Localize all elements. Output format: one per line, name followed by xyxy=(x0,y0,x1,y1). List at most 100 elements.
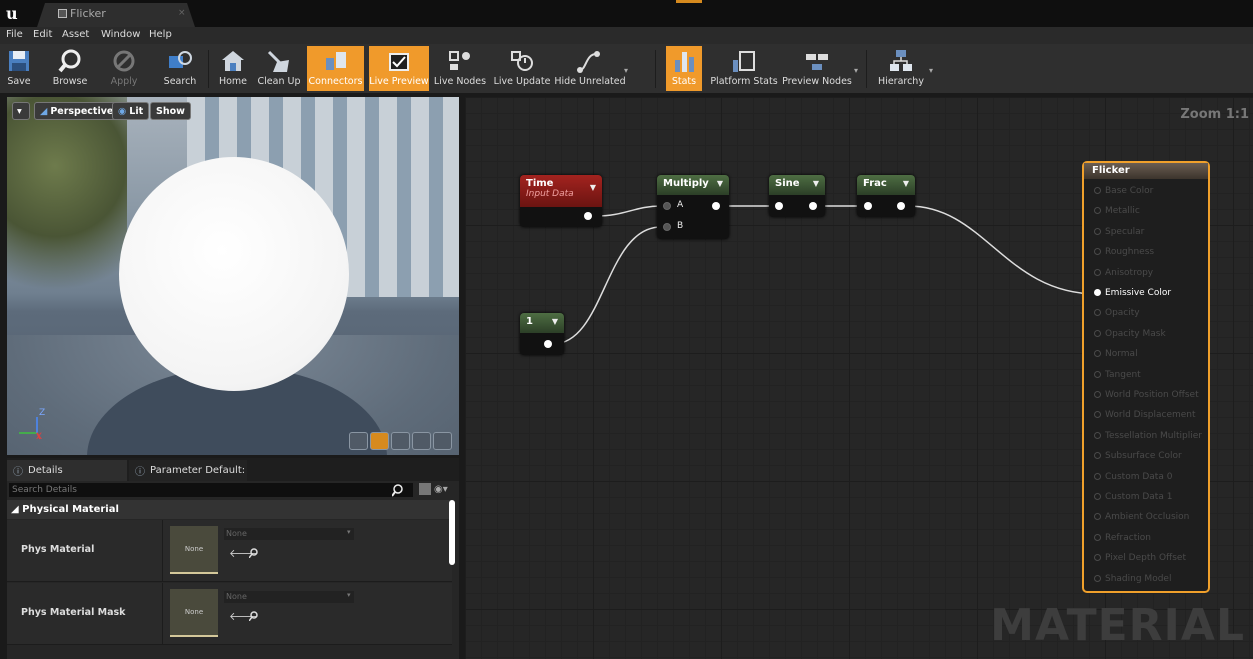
multiply-output-pin[interactable] xyxy=(712,202,720,210)
input-pin-icon[interactable] xyxy=(1094,391,1101,398)
live-preview-button[interactable]: Live Preview xyxy=(369,46,429,91)
search-details-input[interactable]: Search Details xyxy=(9,483,413,497)
input-pin-icon[interactable] xyxy=(1094,350,1101,358)
eye-icon[interactable]: ◉▾ xyxy=(434,484,448,495)
result-input-pin[interactable]: Base Color xyxy=(1094,186,1153,196)
result-input-pin[interactable]: Custom Data 1 xyxy=(1094,492,1172,502)
hide-unrelated-dropdown-icon[interactable]: ▾ xyxy=(624,66,628,75)
result-input-pin[interactable]: Roughness xyxy=(1094,247,1154,257)
frac-node[interactable]: Frac ▼ xyxy=(857,175,915,217)
input-pin-icon[interactable] xyxy=(1094,227,1101,235)
lit-button[interactable]: ◉ Lit xyxy=(112,102,150,120)
result-input-pin[interactable]: Metallic xyxy=(1094,206,1140,216)
result-input-pin[interactable]: Tessellation Multiplier xyxy=(1094,431,1202,441)
asset-thumbnail[interactable]: None xyxy=(170,526,218,574)
result-input-pin[interactable]: Ambient Occlusion xyxy=(1094,512,1189,522)
hierarchy-dropdown-icon[interactable]: ▾ xyxy=(929,66,933,75)
input-pin-icon[interactable] xyxy=(1094,431,1101,439)
input-pin-icon[interactable] xyxy=(1094,493,1101,500)
result-input-pin[interactable]: Tangent xyxy=(1094,370,1141,380)
input-pin-icon[interactable] xyxy=(1094,187,1101,194)
asset-picker-combo[interactable]: None xyxy=(224,591,354,603)
unreal-logo-icon[interactable]: u xyxy=(6,4,18,23)
asset-picker-combo[interactable]: None xyxy=(224,528,354,540)
multiply-node[interactable]: Multiply ▼ A B xyxy=(657,175,729,239)
input-pin-icon[interactable] xyxy=(1094,207,1101,215)
material-graph[interactable]: Zoom 1:1 MATERIAL Time Input Data ▼ Mult… xyxy=(465,97,1253,659)
result-input-pin[interactable]: Emissive Color xyxy=(1094,288,1171,298)
asset-thumbnail[interactable]: None xyxy=(170,589,218,637)
perspective-button[interactable]: ◢ Perspective xyxy=(34,102,120,120)
result-input-pin[interactable]: Normal xyxy=(1094,349,1138,359)
menu-asset[interactable]: Asset xyxy=(62,29,89,40)
time-output-pin[interactable] xyxy=(584,212,592,220)
result-input-pin[interactable]: Opacity Mask xyxy=(1094,329,1166,339)
live-update-button[interactable]: Live Update xyxy=(494,46,550,91)
show-button[interactable]: Show xyxy=(150,102,191,120)
result-input-pin[interactable]: Pixel Depth Offset xyxy=(1094,553,1186,563)
input-pin-icon[interactable] xyxy=(1094,452,1101,460)
result-input-pin[interactable]: Shading Model xyxy=(1094,574,1171,584)
constant-node[interactable]: 1 ▼ xyxy=(520,313,564,355)
result-input-pin[interactable]: Anisotropy xyxy=(1094,268,1153,278)
input-pin-icon[interactable] xyxy=(1094,248,1101,256)
multiply-a-pin[interactable] xyxy=(663,202,671,210)
input-pin-icon[interactable] xyxy=(1094,574,1101,582)
browse-asset-icon[interactable] xyxy=(249,548,259,558)
input-pin-icon[interactable] xyxy=(1094,533,1101,541)
input-pin-icon[interactable] xyxy=(1094,309,1101,317)
sine-output-pin[interactable] xyxy=(809,202,817,210)
result-input-pin[interactable]: Specular xyxy=(1094,227,1144,237)
hide-unrelated-button[interactable]: Hide Unrelated ▾ xyxy=(554,46,628,91)
constant-output-pin[interactable] xyxy=(544,340,552,348)
category-physical-material[interactable]: ◢ Physical Material xyxy=(7,500,452,519)
frac-output-pin[interactable] xyxy=(897,202,905,210)
details-scrollbar[interactable] xyxy=(449,500,455,565)
save-button[interactable]: Save xyxy=(2,46,36,91)
result-node-flicker[interactable]: Flicker Base Color Metallic Specular Roughn… xyxy=(1082,161,1210,593)
result-input-pin[interactable]: World Position Offset xyxy=(1094,390,1199,400)
collapse-icon[interactable]: ▼ xyxy=(903,179,909,188)
connectors-button[interactable]: Connectors xyxy=(307,46,364,91)
collapse-icon[interactable]: ▼ xyxy=(552,317,558,326)
tab-close-icon[interactable]: × xyxy=(178,8,186,18)
menu-edit[interactable]: Edit xyxy=(33,29,52,40)
input-pin-icon[interactable] xyxy=(1094,289,1101,296)
input-pin-icon[interactable] xyxy=(1094,513,1101,521)
result-input-pin[interactable]: Custom Data 0 xyxy=(1094,472,1172,482)
input-pin-icon[interactable] xyxy=(1094,329,1101,337)
tab-parameter-defaults[interactable]: ⓘ Parameter Default: xyxy=(129,460,247,481)
home-button[interactable]: Home xyxy=(216,46,250,91)
apply-button[interactable]: Apply xyxy=(108,46,140,91)
multiply-b-pin[interactable] xyxy=(663,223,671,231)
menu-help[interactable]: Help xyxy=(149,29,172,40)
search-icon[interactable] xyxy=(392,483,406,497)
input-pin-icon[interactable] xyxy=(1094,411,1101,419)
frac-input-pin[interactable] xyxy=(864,202,872,210)
result-input-pin[interactable]: Opacity xyxy=(1094,308,1140,318)
collapse-icon[interactable]: ▼ xyxy=(717,179,723,188)
collapse-icon[interactable]: ▼ xyxy=(590,183,596,192)
browse-button[interactable]: Browse xyxy=(50,46,90,91)
result-input-pin[interactable]: Subsurface Color xyxy=(1094,451,1182,461)
plane-shape-button[interactable] xyxy=(391,432,410,450)
live-nodes-button[interactable]: Live Nodes xyxy=(434,46,486,91)
custom-mesh-shape-button[interactable] xyxy=(433,432,452,450)
collapse-icon[interactable]: ▼ xyxy=(813,179,819,188)
cube-shape-button[interactable] xyxy=(412,432,431,450)
result-input-pin[interactable]: Refraction xyxy=(1094,533,1151,543)
sphere-shape-button[interactable] xyxy=(370,432,389,450)
preview-nodes-dropdown-icon[interactable]: ▾ xyxy=(854,66,858,75)
clean-up-button[interactable]: Clean Up xyxy=(256,46,302,91)
platform-stats-button[interactable]: Platform Stats xyxy=(710,46,778,91)
input-pin-icon[interactable] xyxy=(1094,472,1101,480)
result-input-pin[interactable]: World Displacement xyxy=(1094,410,1196,420)
preview-nodes-button[interactable]: Preview Nodes ▾ xyxy=(782,46,858,91)
input-pin-icon[interactable] xyxy=(1094,554,1101,562)
input-pin-icon[interactable] xyxy=(1094,370,1101,378)
sine-node[interactable]: Sine ▼ xyxy=(769,175,825,217)
cylinder-shape-button[interactable] xyxy=(349,432,368,450)
menu-window[interactable]: Window xyxy=(101,29,140,40)
menu-file[interactable]: File xyxy=(6,29,23,40)
browse-asset-icon[interactable] xyxy=(249,611,259,621)
